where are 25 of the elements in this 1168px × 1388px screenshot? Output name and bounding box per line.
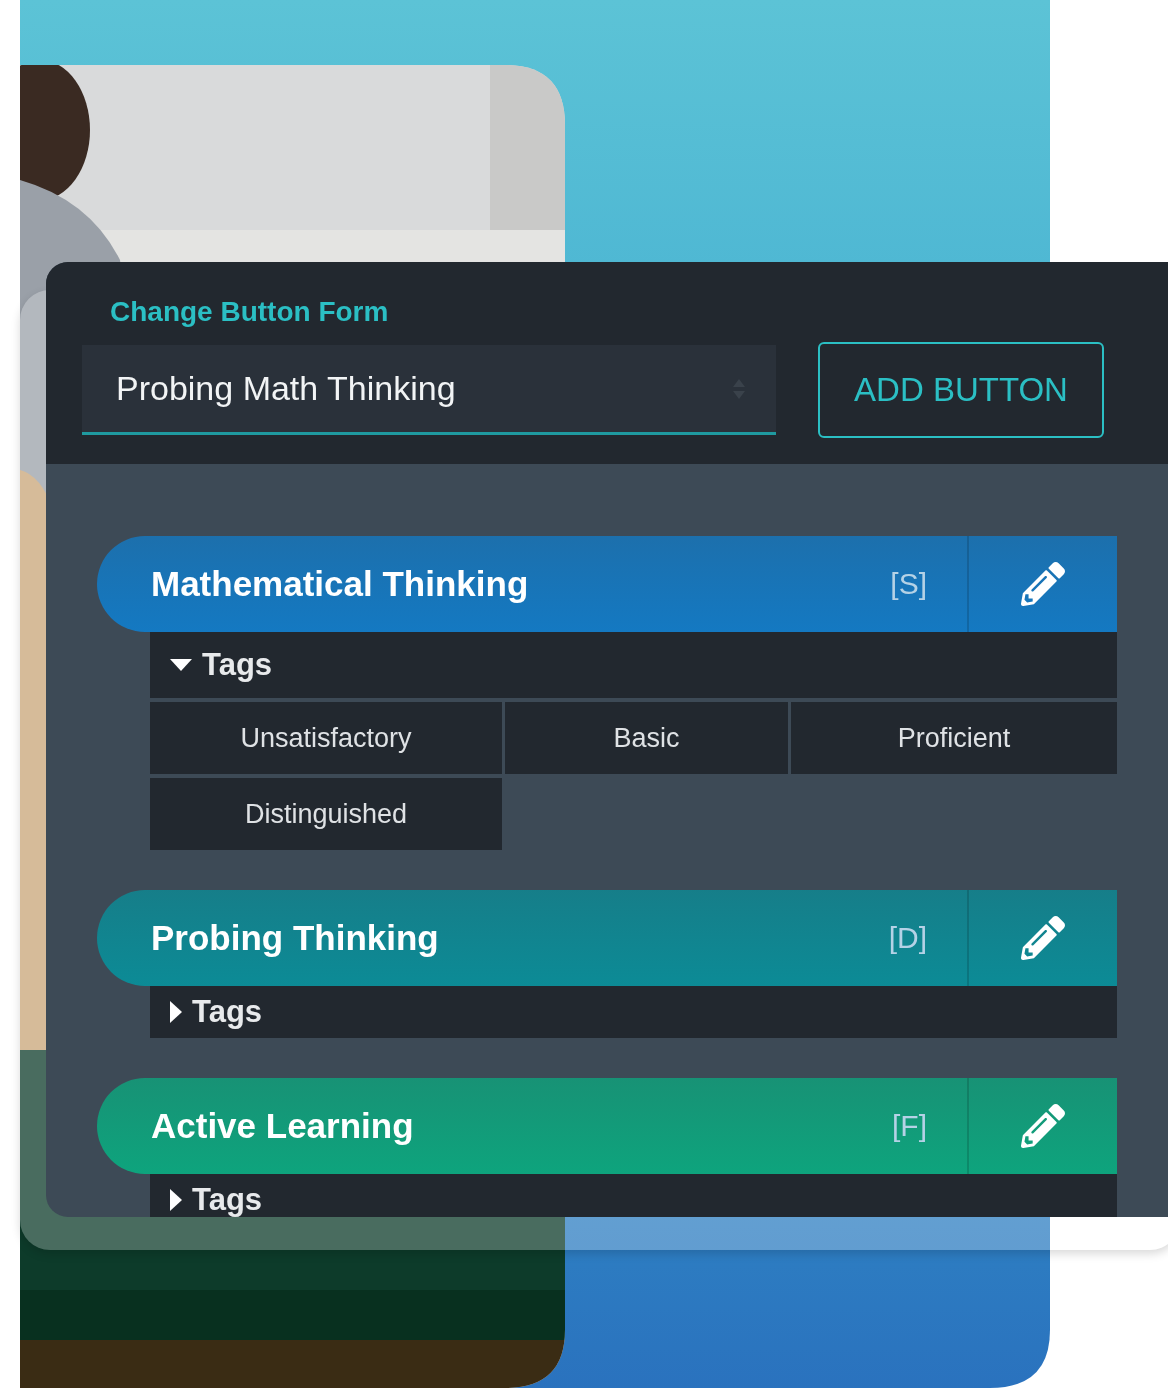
form-label: Change Button Form — [110, 296, 390, 328]
tag-option[interactable]: Basic — [505, 702, 788, 774]
tag-option[interactable]: Proficient — [791, 702, 1117, 774]
tag-option[interactable]: Unsatisfactory — [150, 702, 502, 774]
edit-icon — [1021, 916, 1065, 960]
form-select[interactable]: Probing Math Thinking — [82, 345, 776, 435]
button-header[interactable]: Active Learning [F] — [97, 1078, 1117, 1174]
button-header[interactable]: Probing Thinking [D] — [97, 890, 1117, 986]
shortcut-key: [F] — [892, 1109, 927, 1143]
caret-icon — [170, 1001, 182, 1023]
edit-icon — [1021, 562, 1065, 606]
edit-icon — [1021, 1104, 1065, 1148]
tags-toggle[interactable]: Tags — [150, 986, 1117, 1038]
tags-toggle[interactable]: Tags — [150, 632, 1117, 698]
tag-option[interactable]: Distinguished — [150, 778, 502, 850]
add-button[interactable]: ADD BUTTON — [818, 342, 1104, 438]
tags-label: Tags — [192, 1182, 263, 1217]
caret-icon — [170, 659, 192, 671]
tags-label: Tags — [202, 647, 273, 683]
shortcut-key: [S] — [890, 567, 927, 601]
tags-label: Tags — [192, 994, 263, 1030]
button-header[interactable]: Mathematical Thinking [S] — [97, 536, 1117, 632]
caret-icon — [170, 1189, 182, 1211]
tags-toggle[interactable]: Tags — [150, 1174, 1117, 1217]
shortcut-key: [D] — [888, 921, 927, 955]
